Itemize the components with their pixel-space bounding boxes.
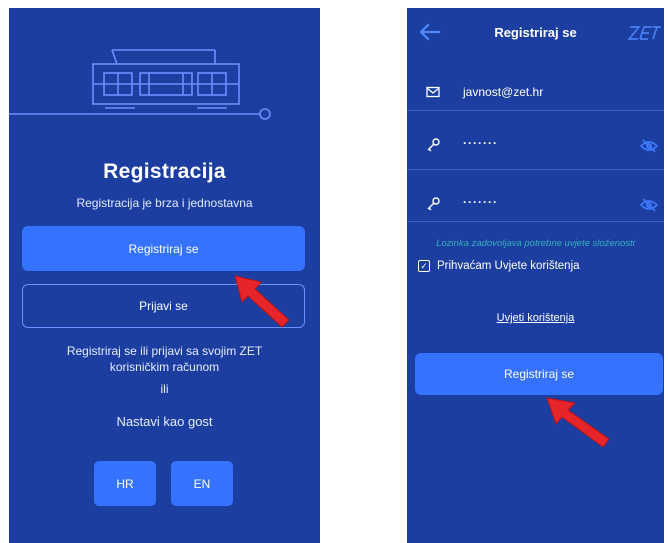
terms-link[interactable]: Uvjeti korištenja bbox=[407, 312, 664, 324]
password-confirm-field[interactable]: ······· bbox=[407, 169, 664, 222]
password-value: ······· bbox=[463, 136, 498, 150]
password-field[interactable]: ······· bbox=[407, 110, 664, 170]
accept-terms-checkbox[interactable]: ✓ bbox=[418, 260, 430, 272]
email-field[interactable]: javnost@zet.hr bbox=[407, 58, 664, 111]
accept-terms-row[interactable]: ✓ Prihvaćam Uvjete korištenja bbox=[418, 260, 580, 272]
password-confirm-value: ······· bbox=[463, 195, 498, 209]
info-text-line1: Registriraj se ili prijavi sa svojim ZET bbox=[66, 344, 263, 358]
register-form-screen: Registriraj se javnost@zet.hr ······· ··… bbox=[407, 8, 664, 543]
header-bar: Registriraj se bbox=[407, 8, 664, 58]
register-button[interactable]: Registriraj se bbox=[22, 226, 305, 271]
eye-off-icon[interactable] bbox=[640, 198, 658, 212]
language-hr-button[interactable]: HR bbox=[94, 461, 156, 506]
language-en-button[interactable]: EN bbox=[171, 461, 233, 506]
tram-illustration bbox=[9, 49, 271, 120]
pointer-arrow-icon bbox=[546, 397, 610, 448]
password-hint: Lozinka zadovoljava potrebne uvjete slož… bbox=[436, 238, 635, 249]
accept-terms-label: Prihvaćam Uvjete korištenja bbox=[437, 260, 580, 272]
submit-register-button[interactable]: Registriraj se bbox=[415, 353, 663, 395]
key-icon bbox=[427, 197, 440, 211]
zet-logo bbox=[627, 26, 661, 40]
info-text-line2: korisničkim računom bbox=[109, 360, 220, 374]
email-value: javnost@zet.hr bbox=[463, 85, 544, 99]
or-separator: ili bbox=[160, 382, 169, 396]
pointer-arrow-icon bbox=[234, 275, 290, 328]
eye-off-icon[interactable] bbox=[640, 139, 658, 153]
key-icon bbox=[427, 138, 440, 152]
envelope-icon bbox=[426, 86, 440, 98]
page-title: Registracija bbox=[103, 160, 226, 183]
continue-as-guest-link[interactable]: Nastavi kao gost bbox=[9, 414, 320, 429]
page-subtitle: Registracija je brza i jednostavna bbox=[76, 196, 253, 210]
